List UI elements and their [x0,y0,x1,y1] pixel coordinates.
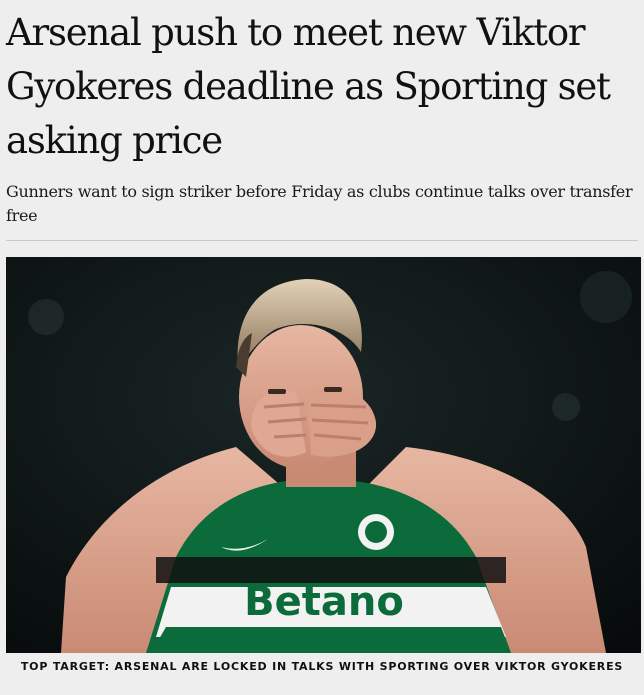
photo-caption: TOP TARGET: ARSENAL ARE LOCKED IN TALKS … [20,660,624,673]
article-standfirst: Gunners want to sign striker before Frid… [6,182,633,225]
divider [6,240,638,241]
article: Arsenal push to meet new Viktor Gyokeres… [0,0,644,695]
player-photo-illustration: Betano [6,257,641,653]
article-photo[interactable]: Betano [6,257,641,653]
sponsor-logo: Betano [244,579,404,625]
article-headline: Arsenal push to meet new Viktor Gyokeres… [6,11,611,162]
